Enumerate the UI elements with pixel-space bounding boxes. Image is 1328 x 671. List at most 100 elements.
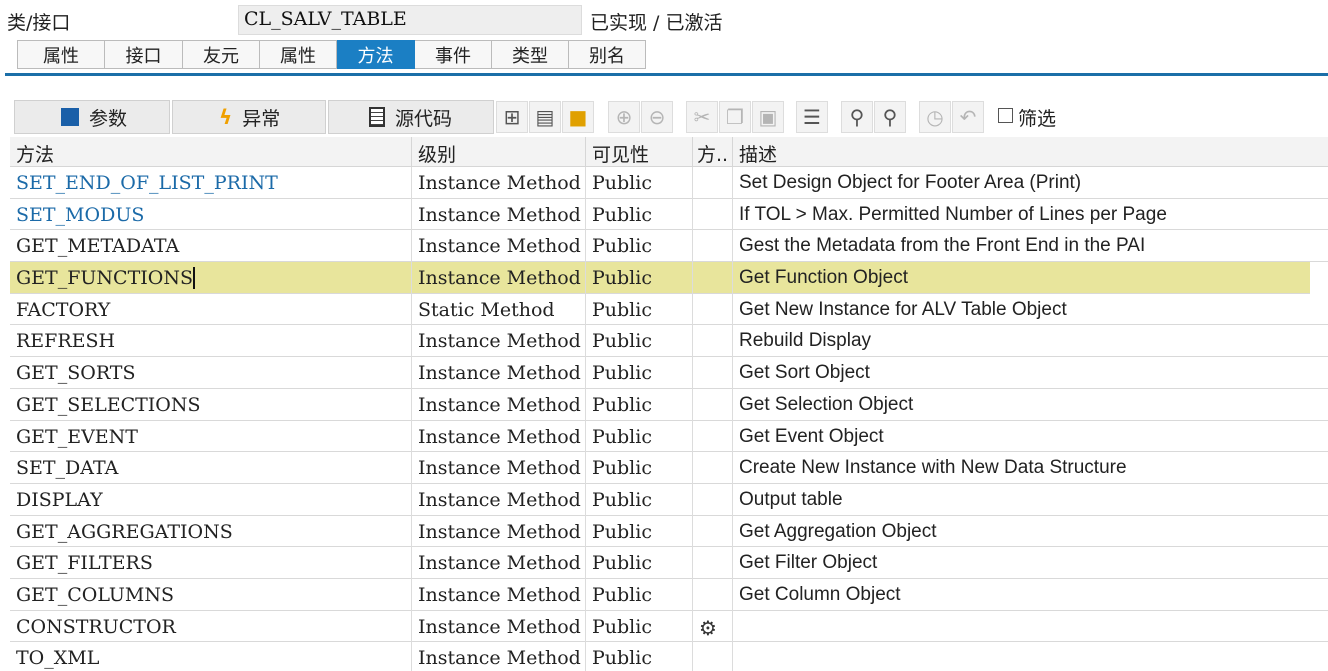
table-row[interactable]: GET_METADATA Instance Method Public Gest th… bbox=[10, 230, 1328, 263]
method-name-cell[interactable]: REFRESH bbox=[10, 325, 412, 358]
method-name-cell[interactable]: SET_DATA bbox=[10, 452, 412, 484]
method-name-cell[interactable]: GET_AGGREGATIONS bbox=[10, 515, 412, 548]
method-mode-cell[interactable] bbox=[693, 167, 733, 199]
method-name-cell[interactable]: GET_SORTS bbox=[10, 357, 412, 389]
table-row[interactable]: TO_XML Instance Method Public bbox=[10, 642, 1328, 671]
method-name-cell[interactable]: GET_SELECTIONS bbox=[10, 388, 412, 421]
method-level-cell[interactable]: Instance Method bbox=[412, 452, 586, 484]
method-level-cell[interactable]: Instance Method bbox=[412, 483, 586, 516]
table-row[interactable]: GET_COLUMNS Instance Method Public Get Colu… bbox=[10, 578, 1328, 611]
method-mode-cell[interactable] bbox=[693, 547, 733, 579]
table-row[interactable]: DISPLAY Instance Method Public Output table bbox=[10, 483, 1328, 516]
column-header-visibility[interactable]: 可见性 bbox=[586, 137, 693, 167]
method-description-cell[interactable]: Get New Instance for ALV Table Object bbox=[733, 294, 1328, 326]
table-row[interactable]: SET_MODUS Instance Method Public If TOL > M… bbox=[10, 198, 1328, 231]
column-header-description[interactable]: 描述 bbox=[733, 137, 1328, 167]
method-mode-cell[interactable] bbox=[693, 515, 733, 548]
paste-icon[interactable]: ▣ bbox=[752, 101, 784, 133]
method-description-cell[interactable]: Gest the Metadata from the Front End in … bbox=[733, 230, 1328, 262]
method-level-cell[interactable]: Instance Method bbox=[412, 515, 586, 548]
cut-icon[interactable]: ✂ bbox=[686, 101, 718, 133]
method-level-cell[interactable]: Instance Method bbox=[412, 198, 586, 231]
tab-attributes-2[interactable]: 属性 bbox=[260, 40, 337, 69]
method-visibility-cell[interactable]: Public bbox=[586, 547, 693, 579]
method-visibility-cell[interactable]: Public bbox=[586, 262, 693, 294]
tab-aliases[interactable]: 别名 bbox=[569, 40, 646, 69]
tab-events[interactable]: 事件 bbox=[415, 40, 492, 69]
column-header-method[interactable]: 方法 bbox=[10, 137, 412, 167]
find-icon[interactable]: ⚲ bbox=[841, 101, 873, 133]
table-row[interactable]: CONSTRUCTOR Instance Method Public ⚙ bbox=[10, 610, 1328, 643]
table-row[interactable]: GET_SORTS Instance Method Public Get Sort O… bbox=[10, 357, 1328, 389]
method-level-cell[interactable]: Instance Method bbox=[412, 325, 586, 358]
method-mode-cell[interactable] bbox=[693, 483, 733, 516]
tab-friends[interactable]: 友元 bbox=[183, 40, 260, 69]
method-visibility-cell[interactable]: Public bbox=[586, 167, 693, 199]
method-name-cell[interactable]: GET_EVENT bbox=[10, 420, 412, 453]
method-description-cell[interactable]: Rebuild Display bbox=[733, 325, 1328, 357]
table-row[interactable]: GET_EVENT Instance Method Public Get Event … bbox=[10, 420, 1328, 453]
method-visibility-cell[interactable]: Public bbox=[586, 357, 693, 389]
method-description-cell[interactable]: Get Event Object bbox=[733, 421, 1328, 453]
method-name-cell[interactable]: SET_END_OF_LIST_PRINT bbox=[10, 167, 412, 199]
method-level-cell[interactable]: Instance Method bbox=[412, 578, 586, 611]
method-description-cell[interactable] bbox=[733, 642, 1328, 671]
find-next-icon[interactable]: ⚲ bbox=[874, 101, 906, 133]
method-description-cell[interactable]: Output table bbox=[733, 484, 1328, 516]
insert-row-icon[interactable]: ⊕ bbox=[608, 101, 640, 133]
method-name-cell[interactable]: DISPLAY bbox=[10, 483, 412, 516]
tree-icon[interactable]: ⊞ bbox=[496, 101, 528, 133]
method-name-cell[interactable]: TO_XML bbox=[10, 642, 412, 671]
table-row[interactable]: GET_FILTERS Instance Method Public Get Filt… bbox=[10, 547, 1328, 579]
column-header-mode[interactable]: 方.. bbox=[693, 137, 733, 167]
method-level-cell[interactable]: Instance Method bbox=[412, 388, 586, 421]
method-mode-cell[interactable] bbox=[693, 262, 733, 294]
tab-interfaces[interactable]: 接口 bbox=[105, 40, 183, 69]
method-visibility-cell[interactable]: Public bbox=[586, 325, 693, 358]
method-visibility-cell[interactable]: Public bbox=[586, 420, 693, 453]
method-level-cell[interactable]: Instance Method bbox=[412, 230, 586, 263]
method-description-cell[interactable]: If TOL > Max. Permitted Number of Lines … bbox=[733, 199, 1328, 231]
method-visibility-cell[interactable]: Public bbox=[586, 230, 693, 263]
method-description-cell[interactable]: Get Aggregation Object bbox=[733, 516, 1328, 548]
method-mode-cell[interactable] bbox=[693, 293, 733, 326]
table-row[interactable]: GET_AGGREGATIONS Instance Method Public Get… bbox=[10, 515, 1328, 548]
method-mode-cell[interactable] bbox=[693, 578, 733, 611]
method-description-cell[interactable]: Get Filter Object bbox=[733, 547, 1328, 579]
method-description-cell[interactable]: Get Selection Object bbox=[733, 389, 1328, 421]
column-header-level[interactable]: 级别 bbox=[412, 137, 586, 167]
exceptions-button[interactable]: ϟ 异常 bbox=[172, 100, 326, 134]
method-visibility-cell[interactable]: Public bbox=[586, 293, 693, 326]
method-description-cell[interactable]: Set Design Object for Footer Area (Print… bbox=[733, 167, 1328, 199]
table-row[interactable]: FACTORY Static Method Public Get New Instan… bbox=[10, 293, 1328, 326]
navigate-icon[interactable]: ■ bbox=[562, 101, 594, 133]
copy-icon[interactable]: ❐ bbox=[719, 101, 751, 133]
method-visibility-cell[interactable]: Public bbox=[586, 515, 693, 548]
method-mode-cell[interactable] bbox=[693, 642, 733, 671]
method-visibility-cell[interactable]: Public bbox=[586, 610, 693, 643]
method-description-cell[interactable]: Get Column Object bbox=[733, 579, 1328, 611]
method-level-cell[interactable]: Instance Method bbox=[412, 357, 586, 389]
method-visibility-cell[interactable]: Public bbox=[586, 578, 693, 611]
method-name-cell[interactable]: SET_MODUS bbox=[10, 198, 412, 231]
method-description-cell[interactable] bbox=[733, 611, 1328, 643]
filter-checkbox[interactable] bbox=[998, 108, 1013, 123]
method-level-cell[interactable]: Instance Method bbox=[412, 167, 586, 199]
method-mode-cell[interactable]: ⚙ bbox=[693, 610, 733, 643]
method-mode-cell[interactable] bbox=[693, 357, 733, 389]
parameters-button[interactable]: 参数 bbox=[14, 100, 170, 134]
method-mode-cell[interactable] bbox=[693, 325, 733, 358]
method-level-cell[interactable]: Instance Method bbox=[412, 420, 586, 453]
method-description-cell[interactable]: Get Function Object bbox=[733, 262, 1310, 294]
tab-methods[interactable]: 方法 bbox=[337, 40, 415, 69]
table-row[interactable]: REFRESH Instance Method Public Rebuild Disp… bbox=[10, 325, 1328, 358]
table-row[interactable]: SET_DATA Instance Method Public Create New … bbox=[10, 452, 1328, 484]
undo-icon[interactable]: ↶ bbox=[952, 101, 984, 133]
method-name-cell[interactable]: GET_FILTERS bbox=[10, 547, 412, 579]
method-visibility-cell[interactable]: Public bbox=[586, 452, 693, 484]
method-visibility-cell[interactable]: Public bbox=[586, 483, 693, 516]
clock-icon[interactable]: ◷ bbox=[919, 101, 951, 133]
source-code-button[interactable]: 源代码 bbox=[328, 100, 494, 134]
method-name-cell[interactable]: CONSTRUCTOR bbox=[10, 610, 412, 643]
method-mode-cell[interactable] bbox=[693, 230, 733, 263]
